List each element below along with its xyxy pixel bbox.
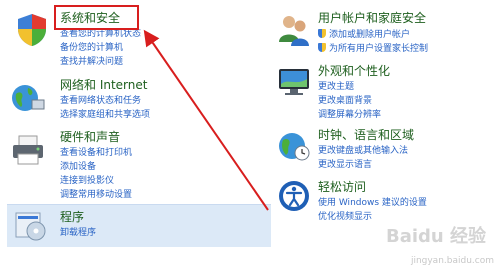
watermark: Baidu 经验 jingyan.baidu.com bbox=[386, 226, 494, 266]
watermark-url: jingyan.baidu.com bbox=[410, 256, 494, 266]
watermark-logo: Baidu 经验 bbox=[385, 226, 486, 247]
